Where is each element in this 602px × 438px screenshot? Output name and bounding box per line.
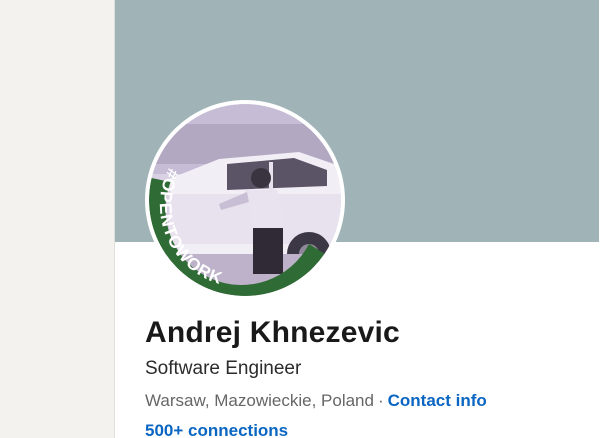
profile-location: Warsaw, Mazowieckie, Poland [145,391,374,410]
profile-page: #OPENTOWORK Andrej Khnezevic Software En… [0,0,602,438]
left-rail [0,0,114,438]
profile-name: Andrej Khnezevic [145,316,400,349]
separator: · [377,391,384,410]
profile-photo[interactable]: #OPENTOWORK [145,100,345,300]
profile-headline: Software Engineer [145,358,302,379]
contact-info-link[interactable]: Contact info [388,391,487,410]
avatar[interactable]: #OPENTOWORK [149,104,341,296]
connections-link[interactable]: 500+ connections [145,421,288,438]
location-row: Warsaw, Mazowieckie, Poland · Contact info [145,391,487,411]
profile-card: #OPENTOWORK Andrej Khnezevic Software En… [114,0,602,438]
